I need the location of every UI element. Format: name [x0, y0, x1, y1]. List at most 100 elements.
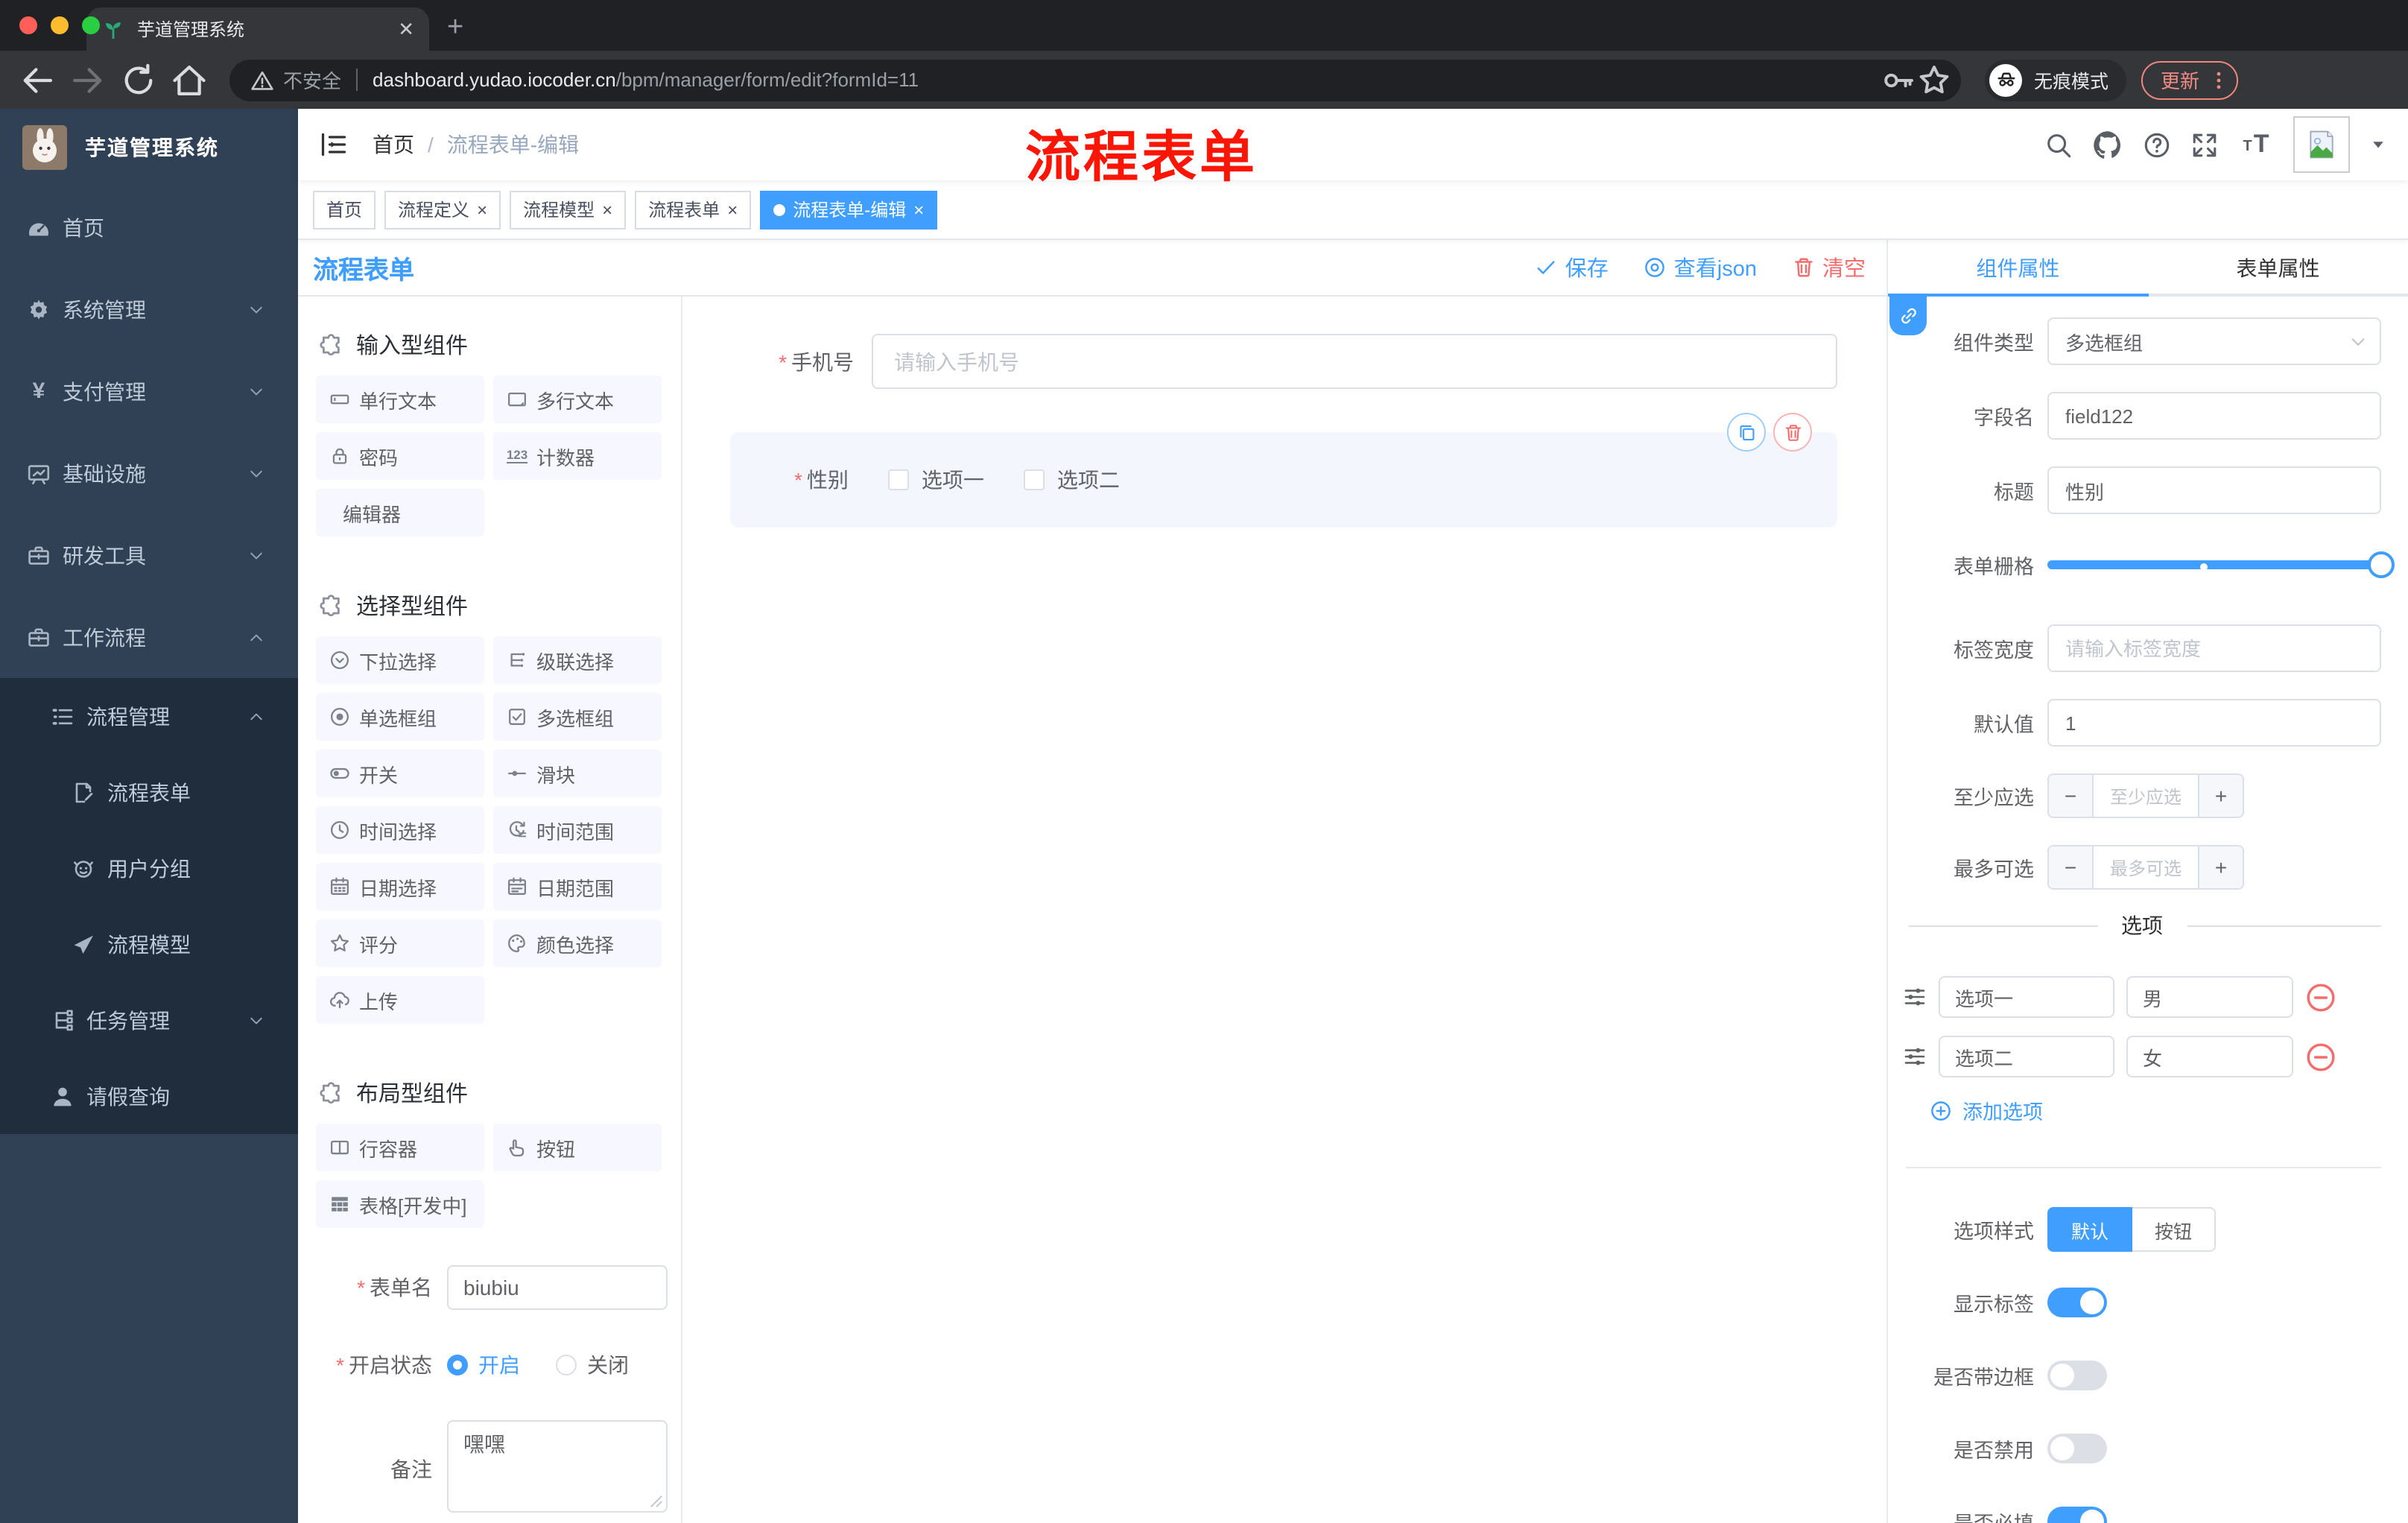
gender-component-selected[interactable]: * 性别 选项一 选项二 [730, 413, 1837, 528]
minimize-window-button[interactable] [51, 16, 69, 34]
view-json-button[interactable]: 查看json [1644, 252, 1757, 283]
option-value-input[interactable] [2126, 1036, 2293, 1077]
component-multi-line-text[interactable]: 多行文本 [493, 376, 662, 423]
sidebar-item-task-mgmt[interactable]: 任务管理 [0, 982, 298, 1058]
sidebar-item-workflow[interactable]: 工作流程 [0, 596, 298, 678]
min-select-placeholder[interactable]: 至少应选 [2094, 775, 2198, 817]
copy-component-button[interactable] [1727, 413, 1766, 452]
avatar[interactable] [2293, 116, 2350, 173]
max-select-placeholder[interactable]: 最多可选 [2094, 846, 2198, 888]
checkbox-icon[interactable] [888, 469, 910, 490]
required-toggle[interactable] [2047, 1507, 2107, 1523]
component-editor[interactable]: 编辑器 [316, 489, 484, 536]
sidebar-item-leave-query[interactable]: 请假查询 [0, 1058, 298, 1134]
tab-close-icon[interactable]: ✕ [398, 17, 414, 41]
sidebar-item-payment[interactable]: ¥ 支付管理 [0, 350, 298, 432]
hamburger-icon[interactable] [319, 130, 349, 159]
component-table-dev[interactable]: 表格[开发中] [316, 1180, 484, 1228]
stepper-minus-button[interactable]: − [2049, 846, 2094, 888]
component-counter[interactable]: 123 计数器 [493, 432, 662, 480]
component-button[interactable]: 按钮 [493, 1124, 662, 1171]
phone-input[interactable] [872, 334, 1837, 389]
default-value-input[interactable] [2047, 699, 2381, 747]
option-value-input[interactable] [2126, 976, 2293, 1018]
resize-handle-icon[interactable] [650, 1495, 663, 1508]
font-size-icon[interactable]: TT [2238, 130, 2274, 159]
browser-tab[interactable]: 芋道管理系统 ✕ [86, 7, 429, 51]
home-button[interactable] [170, 60, 209, 99]
form-remark-textarea[interactable]: 嘿嘿 [447, 1420, 668, 1513]
close-window-button[interactable] [19, 16, 37, 34]
github-icon[interactable] [2092, 129, 2123, 160]
sidebar-item-process-model[interactable]: 流程模型 [0, 906, 298, 982]
address-bar[interactable]: 不安全 dashboard.yudao.iocoder.cn/bpm/manag… [229, 59, 1961, 101]
tag-process-model[interactable]: 流程模型 × [510, 190, 627, 229]
component-upload[interactable]: 上传 [316, 976, 484, 1024]
option-style-button[interactable]: 按钮 [2132, 1207, 2217, 1252]
option-label-input[interactable] [1939, 976, 2114, 1018]
component-switch[interactable]: 开关 [316, 750, 484, 797]
breadcrumb-home[interactable]: 首页 [373, 130, 414, 159]
reload-button[interactable] [119, 60, 158, 99]
remove-option-button[interactable] [2305, 981, 2336, 1013]
tag-home[interactable]: 首页 [313, 190, 376, 229]
zoom-window-button[interactable] [82, 16, 100, 34]
avatar-caret-icon[interactable] [2369, 136, 2387, 153]
component-type-select[interactable]: 多选框组 [2047, 317, 2381, 365]
component-rate[interactable]: 评分 [316, 919, 484, 967]
form-name-input[interactable] [447, 1265, 668, 1310]
gender-option-checkbox-1[interactable]: 选项一 [888, 465, 984, 495]
fullscreen-icon[interactable] [2190, 130, 2219, 159]
status-on-radio[interactable]: 开启 [447, 1350, 520, 1380]
component-row-container[interactable]: 行容器 [316, 1124, 484, 1171]
search-icon[interactable] [2044, 130, 2073, 159]
browser-menu-kebab-icon[interactable] [2207, 68, 2231, 92]
drag-handle-icon[interactable] [1903, 985, 1927, 1009]
tab-form-props[interactable]: 表单属性 [2148, 240, 2408, 297]
sidebar-item-infra[interactable]: 基础设施 [0, 432, 298, 514]
sidebar-item-process-mgmt[interactable]: 流程管理 [0, 678, 298, 754]
not-secure-warning-icon[interactable] [250, 68, 274, 92]
stepper-plus-button[interactable]: + [2198, 846, 2243, 888]
sidebar-item-home[interactable]: 首页 [0, 186, 298, 268]
sidebar-item-user-group[interactable]: 用户分组 [0, 830, 298, 906]
component-color-picker[interactable]: 颜色选择 [493, 919, 662, 967]
checkbox-icon[interactable] [1024, 469, 1045, 490]
tag-process-form-edit[interactable]: 流程表单-编辑 × [760, 190, 938, 229]
tag-close-icon[interactable]: × [727, 200, 738, 218]
back-button[interactable] [18, 60, 57, 99]
bookmark-star-icon[interactable] [1916, 62, 1952, 98]
new-tab-button[interactable]: + [447, 12, 463, 45]
field-name-input[interactable] [2047, 392, 2381, 440]
save-button[interactable]: 保存 [1536, 252, 1609, 283]
show-label-toggle[interactable] [2047, 1288, 2107, 1317]
component-date-picker[interactable]: 日期选择 [316, 863, 484, 911]
sidebar-item-system[interactable]: 系统管理 [0, 268, 298, 350]
component-time-range[interactable]: 时间范围 [493, 806, 662, 854]
option-style-default[interactable]: 默认 [2047, 1207, 2133, 1252]
form-grid-slider[interactable] [2047, 541, 2395, 589]
password-key-icon[interactable] [1881, 62, 1916, 98]
tab-component-props[interactable]: 组件属性 [1888, 240, 2148, 297]
help-icon[interactable] [2143, 130, 2171, 159]
tag-close-icon[interactable]: × [913, 200, 924, 218]
component-radio-group[interactable]: 单选框组 [316, 693, 484, 741]
component-cascader[interactable]: 级联选择 [493, 636, 662, 684]
sidebar-item-devtools[interactable]: 研发工具 [0, 514, 298, 596]
component-time-picker[interactable]: 时间选择 [316, 806, 484, 854]
status-off-radio[interactable]: 关闭 [556, 1350, 629, 1380]
add-option-button[interactable]: 添加选项 [1930, 1095, 2381, 1125]
slider-thumb[interactable] [2368, 551, 2395, 578]
stepper-plus-button[interactable]: + [2198, 775, 2243, 817]
component-password[interactable]: 密码 [316, 432, 484, 480]
delete-component-button[interactable] [1773, 413, 1812, 452]
tag-close-icon[interactable]: × [477, 200, 487, 218]
component-slider[interactable]: 滑块 [493, 750, 662, 797]
title-input[interactable] [2047, 466, 2381, 514]
window-controls[interactable] [19, 16, 100, 34]
browser-update-button[interactable]: 更新 [2141, 60, 2239, 99]
component-select[interactable]: 下拉选择 [316, 636, 484, 684]
clear-button[interactable]: 清空 [1793, 252, 1866, 283]
stepper-minus-button[interactable]: − [2049, 775, 2094, 817]
with-border-toggle[interactable] [2047, 1361, 2107, 1390]
